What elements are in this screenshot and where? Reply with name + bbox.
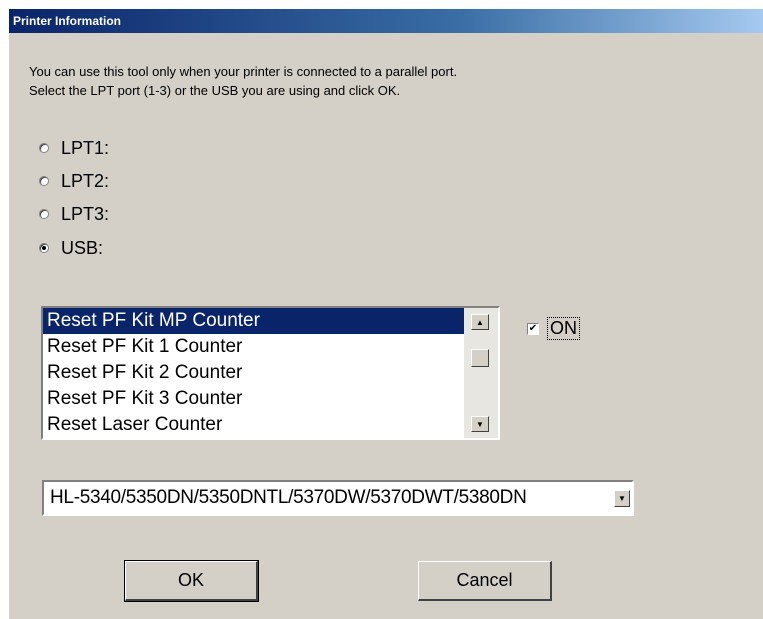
description-line-1: You can use this tool only when your pri…: [29, 64, 458, 79]
counter-listbox[interactable]: Reset PF Kit MP Counter Reset PF Kit 1 C…: [41, 306, 500, 440]
description-line-2: Select the LPT port (1-3) or the USB you…: [29, 83, 401, 98]
radio-lpt1-button[interactable]: [39, 143, 49, 153]
ok-button[interactable]: OK: [124, 560, 259, 602]
printer-information-dialog: Printer Information You can use this too…: [8, 8, 763, 619]
list-item[interactable]: Reset PF Kit 2 Counter: [43, 360, 464, 386]
scroll-down-button[interactable]: ▼: [471, 416, 489, 432]
title-bar: Printer Information: [9, 9, 763, 33]
on-checkbox-row[interactable]: ✔ ON: [527, 317, 580, 340]
arrow-down-icon: ▼: [476, 419, 484, 429]
scroll-thumb[interactable]: [471, 349, 489, 367]
on-checkbox-label: ON: [547, 317, 580, 340]
cancel-button[interactable]: Cancel: [418, 561, 552, 601]
radio-lpt3-label: LPT3:: [61, 203, 110, 224]
list-item[interactable]: Reset PF Kit 3 Counter: [43, 386, 464, 412]
radio-usb-label: USB:: [61, 237, 104, 258]
list-item[interactable]: Reset PF Kit 1 Counter: [43, 334, 464, 360]
model-select-dropdown-button[interactable]: ▼: [614, 490, 630, 507]
radio-lpt3-button[interactable]: [39, 209, 49, 219]
on-checkbox[interactable]: ✔: [527, 322, 539, 335]
radio-lpt1[interactable]: LPT1:: [39, 136, 109, 160]
list-scrollbar[interactable]: ▲ ▼: [464, 308, 498, 438]
radio-lpt2[interactable]: LPT2:: [39, 169, 109, 193]
model-select-value: HL-5340/5350DN/5350DNTL/5370DW/5370DWT/5…: [50, 487, 527, 508]
radio-usb-button[interactable]: [39, 243, 49, 253]
radio-lpt1-label: LPT1:: [61, 137, 110, 158]
radio-lpt2-label: LPT2:: [61, 170, 110, 191]
list-item[interactable]: Reset PF Kit MP Counter: [43, 308, 464, 334]
scroll-up-button[interactable]: ▲: [471, 314, 489, 330]
model-select[interactable]: HL-5340/5350DN/5350DNTL/5370DW/5370DWT/5…: [42, 480, 634, 516]
chevron-down-icon: ▼: [618, 494, 626, 503]
arrow-up-icon: ▲: [476, 317, 484, 327]
radio-lpt3[interactable]: LPT3:: [39, 202, 109, 226]
counter-list-items: Reset PF Kit MP Counter Reset PF Kit 1 C…: [43, 308, 464, 438]
radio-usb[interactable]: USB:: [39, 236, 103, 260]
list-item[interactable]: Reset Laser Counter: [43, 412, 464, 438]
radio-lpt2-button[interactable]: [39, 176, 49, 186]
